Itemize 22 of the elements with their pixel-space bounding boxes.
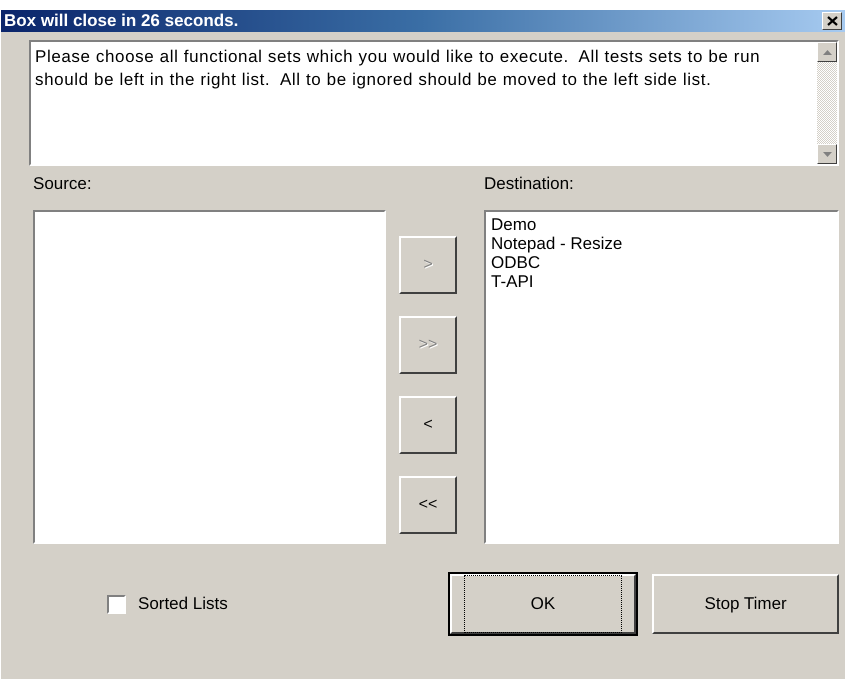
checkbox-label: Sorted Lists: [138, 594, 228, 614]
move-button[interactable]: <: [399, 396, 457, 454]
list-item[interactable]: ODBC: [491, 253, 540, 272]
stop-timer-button[interactable]: Stop Timer: [652, 574, 839, 634]
window-title: Box will close in 26 seconds.: [4, 11, 238, 31]
checkbox[interactable]: [107, 594, 126, 614]
scrollbar[interactable]: [817, 42, 837, 164]
move-button[interactable]: <<: [399, 476, 457, 534]
destination-label: Destination:: [484, 174, 575, 195]
list-item[interactable]: Demo: [491, 215, 536, 234]
scroll-down-button[interactable]: [817, 144, 837, 164]
close-button[interactable]: [822, 12, 842, 30]
destination-list[interactable]: Demo Notepad - Resize ODBC T-API: [484, 210, 839, 544]
close-icon: [826, 16, 838, 26]
scroll-up-button[interactable]: [817, 42, 837, 62]
list-item[interactable]: T-API: [491, 272, 534, 291]
source-label: Source:: [33, 174, 93, 195]
ok-button[interactable]: OK: [450, 574, 636, 634]
scroll-down-icon: [822, 152, 832, 156]
scroll-up-icon: [822, 50, 832, 54]
list-item[interactable]: Notepad - Resize: [491, 234, 622, 253]
message-text: Please choose all functional sets which you would like to execute. All tests sets to be run should be left in the right list. All to be ignored should be moved to the left side list.: [34, 46, 762, 91]
